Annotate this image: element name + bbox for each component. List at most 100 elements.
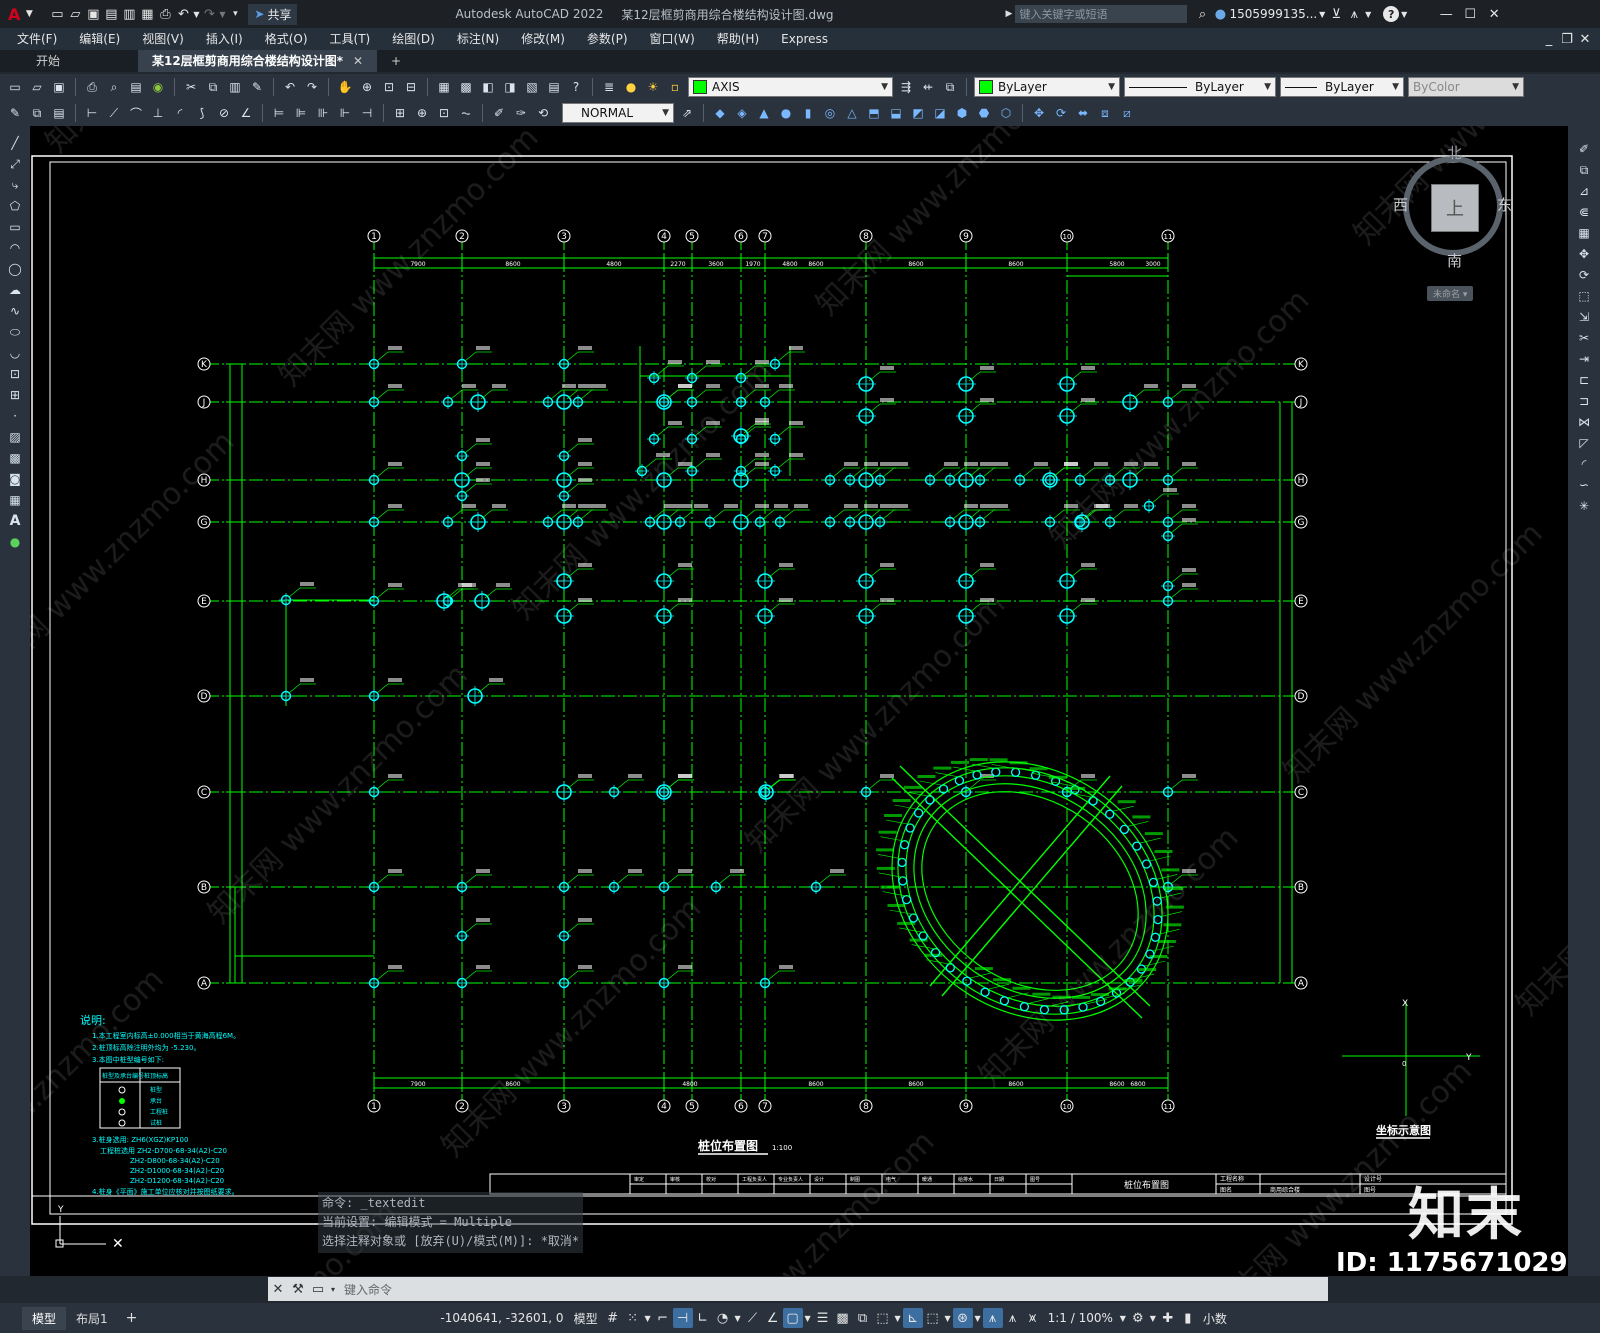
redo-icon[interactable]: ↷ — [200, 6, 218, 22]
undo-icon-2[interactable]: ↶ — [281, 78, 299, 96]
autodesk-account-icon[interactable]: ⩚ — [1345, 6, 1363, 22]
radius-dim-icon[interactable]: ◜ — [171, 104, 189, 122]
construction-line-icon[interactable]: ⤢ — [6, 155, 24, 173]
3d-osnap-icon[interactable]: ⬚ — [873, 1308, 893, 1328]
cad-drawing[interactable]: 知末网 www.znzmo.com 7900860048002270360019… — [30, 126, 1568, 1276]
units-value[interactable]: 小数 — [1198, 1310, 1232, 1327]
save-web-icon[interactable]: ▦ — [138, 6, 156, 22]
3d-loft-icon[interactable]: ◪ — [931, 104, 949, 122]
trim-icon[interactable]: ✂ — [1575, 329, 1593, 347]
scale-dropdown-icon[interactable]: ▼ — [1118, 1308, 1128, 1328]
close-icon[interactable]: ✕ — [1485, 6, 1503, 22]
3d-wedge-icon[interactable]: ◈ — [733, 104, 751, 122]
open-file-icon[interactable]: ▱ — [66, 6, 84, 22]
text-style-icon[interactable]: ✎ — [6, 104, 24, 122]
object-snap-tracking-icon[interactable]: ∠ — [763, 1308, 783, 1328]
stretch-icon[interactable]: ⇲ — [1575, 308, 1593, 326]
dynamic-ucs-icon[interactable]: ⊾ — [902, 1308, 923, 1328]
user-name[interactable]: 1505999135... — [1229, 7, 1317, 21]
layer-on-icon[interactable]: ● — [622, 78, 640, 96]
dim-edit-icon[interactable]: ✐ — [490, 104, 508, 122]
app-menu-arrow-icon[interactable]: ▼ — [20, 6, 38, 22]
autocad-logo-icon[interactable]: A — [8, 5, 20, 24]
undo-dropdown-icon[interactable]: ▼ — [192, 6, 200, 22]
help-dropdown-icon[interactable]: ▼ — [1399, 6, 1409, 22]
table-icon[interactable]: ▦ — [6, 491, 24, 509]
3d-sphere-icon[interactable]: ● — [777, 104, 795, 122]
3d-rotate-icon[interactable]: ⟳ — [1052, 104, 1070, 122]
menu-parametric[interactable]: 参数(P) — [576, 28, 639, 50]
menu-express[interactable]: Express — [770, 28, 839, 50]
command-input[interactable]: 键入命令 — [344, 1281, 392, 1298]
coordinates[interactable]: -1040641, -32601, 0 — [435, 1311, 568, 1325]
layout-tab[interactable]: 布局1 — [66, 1307, 118, 1330]
arc-length-icon[interactable]: ⌒ — [127, 104, 145, 122]
dim-space-icon[interactable]: ⊩ — [336, 104, 354, 122]
viewcube-east[interactable]: 东 — [1497, 194, 1512, 215]
infer-constraints-icon[interactable]: ⌐ — [653, 1308, 673, 1328]
viewcube-south[interactable]: 南 — [1447, 250, 1462, 271]
viewcube[interactable]: 上 北 南 西 东 未命名 ▾ — [1393, 144, 1512, 301]
insert-block-icon[interactable]: ⊡ — [6, 365, 24, 383]
layer-lock-icon[interactable]: ▫ — [666, 78, 684, 96]
doc-close-icon[interactable]: ✕ — [1576, 31, 1594, 47]
move-icon[interactable]: ✥ — [1575, 245, 1593, 263]
dimstyle-dropdown[interactable]: NORMAL ▼ — [562, 103, 674, 123]
3d-extrude-icon[interactable]: ⬒ — [865, 104, 883, 122]
extend-icon[interactable]: ⇥ — [1575, 350, 1593, 368]
user-icon[interactable]: ● — [1211, 6, 1229, 22]
menu-view[interactable]: 视图(V) — [131, 28, 195, 50]
units-icon[interactable]: ▮ — [1178, 1308, 1198, 1328]
3d-slice-icon[interactable]: ⧄ — [1118, 104, 1136, 122]
search-expand-icon[interactable]: ▶ — [1006, 9, 1013, 19]
rotate-icon[interactable]: ⟳ — [1575, 266, 1593, 284]
plot-icon[interactable]: ⎙ — [156, 6, 174, 22]
customize-qat-icon[interactable]: ▾ — [226, 6, 244, 22]
3d-revolve-icon[interactable]: ⬓ — [887, 104, 905, 122]
help-icon[interactable]: ? — [1383, 6, 1400, 22]
dim-style-icon[interactable]: ⧉ — [28, 104, 46, 122]
zoom-window-icon[interactable]: ⊡ — [380, 78, 398, 96]
baseline-dim-icon[interactable]: ⊫ — [292, 104, 310, 122]
publish-icon[interactable]: ▤ — [127, 78, 145, 96]
lineweight-icon[interactable]: ☰ — [813, 1308, 833, 1328]
new-tab-button[interactable]: + — [377, 50, 415, 72]
ellipse-arc-icon[interactable]: ◡ — [6, 344, 24, 362]
help-icon-2[interactable]: ? — [567, 78, 585, 96]
save-icon-2[interactable]: ▣ — [50, 78, 68, 96]
ucs-menu-button[interactable]: 未命名 ▾ — [1427, 286, 1474, 301]
3d-subtract-icon[interactable]: ⬣ — [975, 104, 993, 122]
markup-icon[interactable]: ▧ — [523, 78, 541, 96]
menu-format[interactable]: 格式(O) — [254, 28, 319, 50]
calculator-icon[interactable]: ▤ — [545, 78, 563, 96]
ellipse-icon[interactable]: ⬭ — [6, 323, 24, 341]
user-dropdown-icon[interactable]: ▼ — [1317, 6, 1327, 22]
line-icon[interactable]: ╱ — [6, 134, 24, 152]
gizmo-dropdown-icon[interactable]: ▼ — [973, 1308, 983, 1328]
explode-icon[interactable]: ✳ — [1575, 497, 1593, 515]
cart-icon[interactable]: ⊻ — [1327, 6, 1345, 22]
save-as-icon[interactable]: ▤ — [102, 6, 120, 22]
3d-pyramid-icon[interactable]: △ — [843, 104, 861, 122]
center-mark-icon[interactable]: ⊕ — [413, 104, 431, 122]
copy-object-icon[interactable]: ⧉ — [1575, 161, 1593, 179]
layer-properties-icon[interactable]: ≣ — [600, 78, 618, 96]
pan-icon[interactable]: ✋ — [336, 78, 354, 96]
annotation-monitor-icon[interactable]: ✚ — [1158, 1308, 1178, 1328]
angular-dim-icon[interactable]: ∠ — [237, 104, 255, 122]
spline-icon[interactable]: ∿ — [6, 302, 24, 320]
join-icon[interactable]: ⋈ — [1575, 413, 1593, 431]
model-tab[interactable]: 模型 — [22, 1306, 67, 1330]
paste-icon[interactable]: ▥ — [226, 78, 244, 96]
sheet-set-icon[interactable]: ◨ — [501, 78, 519, 96]
blend-curves-icon[interactable]: ∽ — [1575, 476, 1593, 494]
redo-icon-2[interactable]: ↷ — [303, 78, 321, 96]
menu-help[interactable]: 帮助(H) — [706, 28, 770, 50]
make-block-icon[interactable]: ⊞ — [6, 386, 24, 404]
ordinate-dim-icon[interactable]: ⊥ — [149, 104, 167, 122]
command-recent-dropdown-icon[interactable]: ▾ — [328, 1281, 338, 1297]
osnap-dropdown-icon[interactable]: ▼ — [803, 1308, 813, 1328]
menu-tools[interactable]: 工具(T) — [319, 28, 382, 50]
zoom-realtime-icon[interactable]: ⊕ — [358, 78, 376, 96]
zoom-previous-icon[interactable]: ⊟ — [402, 78, 420, 96]
